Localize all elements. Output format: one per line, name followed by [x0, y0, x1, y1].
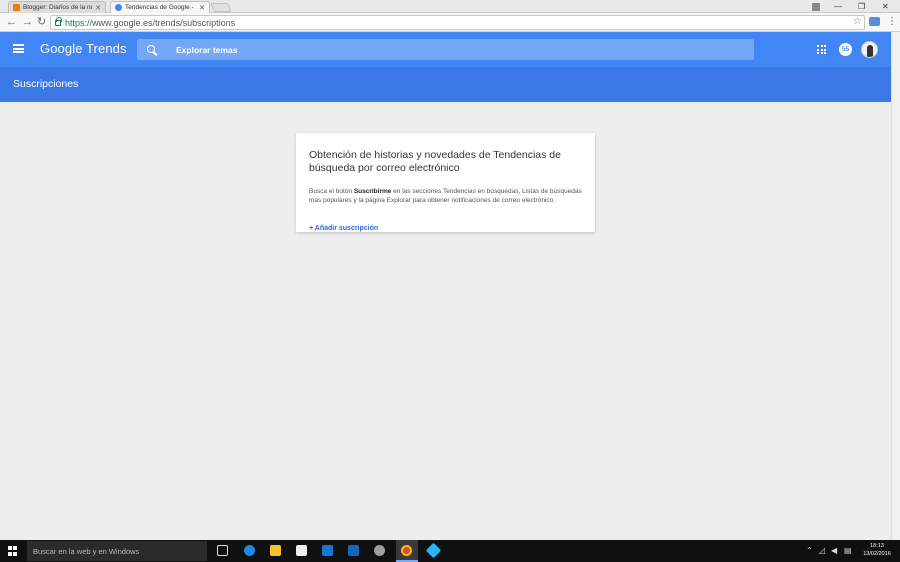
file-explorer-icon[interactable]: [270, 545, 281, 556]
browser-tab-blogger[interactable]: Blogger: Diarios de la nub ✕: [8, 1, 106, 13]
card-title: Obtención de historias y novedades de Te…: [309, 149, 561, 174]
settings-app-icon[interactable]: [374, 545, 385, 556]
close-icon[interactable]: ✕: [95, 4, 101, 12]
restore-button[interactable]: ❐: [858, 0, 865, 13]
browser-menu-icon[interactable]: ⋮: [887, 16, 897, 27]
reload-icon[interactable]: ↻: [37, 15, 46, 29]
menu-icon[interactable]: [13, 44, 24, 53]
page-title: Suscripciones: [13, 78, 79, 90]
lock-icon: [55, 16, 62, 26]
mail-icon[interactable]: [322, 545, 333, 556]
windows-start-icon[interactable]: [8, 546, 18, 556]
task-view-icon[interactable]: [217, 545, 228, 556]
url-path: www.google.es/trends/subscriptions: [92, 17, 236, 28]
search-icon: [146, 44, 158, 56]
search-input[interactable]: Explorar temas: [137, 39, 754, 60]
address-bar[interactable]: https:// www.google.es/trends/subscripti…: [50, 15, 865, 30]
card-description: Busca el botón Suscribirme en las seccio…: [309, 188, 584, 205]
browser-tab-strip: Blogger: Diarios de la nub ✕ Tendencias …: [0, 0, 900, 13]
new-tab-button[interactable]: [210, 3, 232, 12]
bookmark-star-icon[interactable]: ☆: [853, 16, 862, 27]
google-icon: [115, 4, 122, 11]
minimize-button[interactable]: —: [834, 0, 842, 13]
user-icon[interactable]: [812, 0, 820, 13]
forward-icon[interactable]: →: [22, 15, 33, 29]
page-subheader: Suscripciones: [0, 67, 891, 102]
taskbar: Buscar en la web y en Windows ⌃ ◿ ◀ ▤ 18…: [0, 540, 900, 562]
subscribe-keyword: Suscribirme: [353, 188, 392, 195]
close-window-button[interactable]: ✕: [882, 0, 889, 13]
notifications-icon[interactable]: ▤: [844, 546, 852, 555]
chevron-up-icon[interactable]: ⌃: [806, 546, 813, 555]
camera-extension-icon[interactable]: [869, 17, 880, 26]
browser-tab-trends[interactable]: Tendencias de Google - S ✕: [110, 1, 210, 13]
avatar[interactable]: [861, 41, 878, 58]
taskbar-search-input[interactable]: Buscar en la web y en Windows: [27, 541, 207, 561]
add-subscription-link[interactable]: + Añadir suscripción: [309, 225, 378, 232]
apps-grid-icon[interactable]: [817, 45, 826, 54]
notification-badge[interactable]: 55: [839, 43, 852, 56]
search-placeholder: Explorar temas: [176, 44, 238, 55]
chrome-icon[interactable]: [401, 545, 412, 556]
close-icon[interactable]: ✕: [199, 4, 205, 12]
network-icon[interactable]: ◿: [819, 546, 825, 555]
tab-title: Tendencias de Google - S: [125, 4, 197, 11]
app-logo[interactable]: Google Trends: [40, 41, 127, 56]
subscription-card: Obtención de historias y novedades de Te…: [296, 133, 595, 232]
scrollbar[interactable]: [891, 32, 900, 540]
store-icon[interactable]: [296, 545, 307, 556]
clock[interactable]: 18:13 13/02/2016: [858, 543, 896, 558]
app-header: Google Trends Explorar temas 55: [0, 32, 891, 67]
card-text: Busca el botón: [309, 188, 354, 195]
edge-icon[interactable]: [244, 545, 255, 556]
url-scheme: https://: [65, 17, 93, 28]
back-icon[interactable]: ←: [6, 15, 17, 29]
clock-date: 13/02/2016: [863, 550, 891, 557]
tab-title: Blogger: Diarios de la nub: [23, 4, 93, 11]
blogger-icon: [13, 4, 20, 11]
browser-toolbar: ← → ↻ https:// www.google.es/trends/subs…: [0, 13, 900, 32]
volume-icon[interactable]: ◀: [831, 546, 837, 555]
clock-time: 18:13: [870, 543, 884, 549]
kodi-icon[interactable]: [425, 542, 442, 559]
photos-icon[interactable]: [348, 545, 359, 556]
